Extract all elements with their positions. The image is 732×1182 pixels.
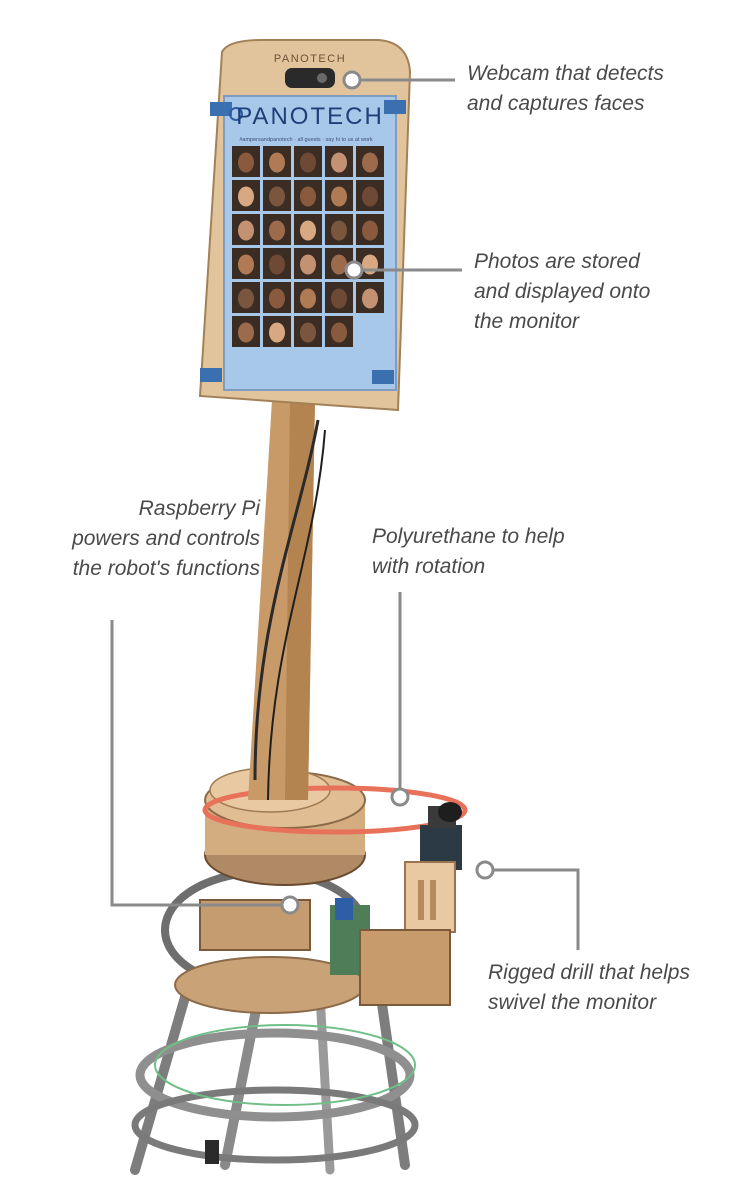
face-shape [331, 220, 347, 241]
face-shape [300, 220, 316, 241]
callout-raspberry: Raspberry Pi powers and controls the rob… [40, 494, 260, 584]
callout-webcam: Webcam that detects and captures faces [467, 59, 664, 119]
callout-photos-line-1: Photos are stored [474, 250, 640, 273]
callout-drill-line-1: Rigged drill that helps [488, 961, 690, 984]
face-shape [331, 288, 347, 309]
face-shape [269, 186, 285, 207]
face-shape [300, 288, 316, 309]
callout-polyurethane-line-1: Polyurethane to help [372, 525, 565, 548]
callout-drill-line-2: swivel the monitor [488, 991, 657, 1014]
callout-photos-line-3: the monitor [474, 310, 580, 333]
callout-drill: Rigged drill that helps swivel the monit… [488, 958, 690, 1018]
face-shape [362, 186, 378, 207]
callout-raspberry-line-2: powers and controls [72, 527, 260, 550]
face-shape [269, 288, 285, 309]
face-shape [269, 254, 285, 275]
face-shape [238, 186, 254, 207]
face-shape [238, 288, 254, 309]
face-shape [300, 186, 316, 207]
callout-polyurethane-line-2: with rotation [372, 555, 486, 578]
face-shape [238, 322, 254, 343]
callout-raspberry-line-1: Raspberry Pi [138, 497, 260, 520]
callout-webcam-line-2: and captures faces [467, 92, 645, 115]
marker-photos [344, 260, 364, 280]
face-shape [238, 254, 254, 275]
face-shape [300, 152, 316, 173]
callout-photos-line-2: and displayed onto [474, 280, 651, 303]
face-shape [331, 152, 347, 173]
callout-photos: Photos are stored and displayed onto the… [474, 247, 650, 337]
face-shape [300, 322, 316, 343]
callout-polyurethane: Polyurethane to help with rotation [372, 522, 565, 582]
face-shape [238, 220, 254, 241]
marker-webcam [342, 70, 362, 90]
face-shape [269, 322, 285, 343]
marker-polyurethane [390, 787, 410, 807]
marker-raspberry [280, 895, 300, 915]
face-shape [269, 152, 285, 173]
face-shape [362, 220, 378, 241]
wooden-pole [248, 400, 326, 801]
face-shape [331, 186, 347, 207]
marker-drill [475, 860, 495, 880]
base-platform [174, 898, 370, 1014]
face-shape [331, 254, 347, 275]
face-shape [331, 322, 347, 343]
screen-subtitle: #ampersandpanotech · all guests · say hi… [239, 137, 373, 143]
face-shape [300, 254, 316, 275]
screen-title: PANOTECH [236, 103, 384, 130]
face-shape [362, 288, 378, 309]
callout-raspberry-line-3: the robot's functions [72, 557, 260, 580]
face-shape [362, 152, 378, 173]
monitor: PANOTECH PANOTECH #ampersandpanotech · a… [198, 39, 412, 412]
frame-brand: PANOTECH [274, 53, 346, 65]
face-shape [238, 152, 254, 173]
face-shape [269, 220, 285, 241]
callout-webcam-line-1: Webcam that detects [467, 62, 664, 85]
